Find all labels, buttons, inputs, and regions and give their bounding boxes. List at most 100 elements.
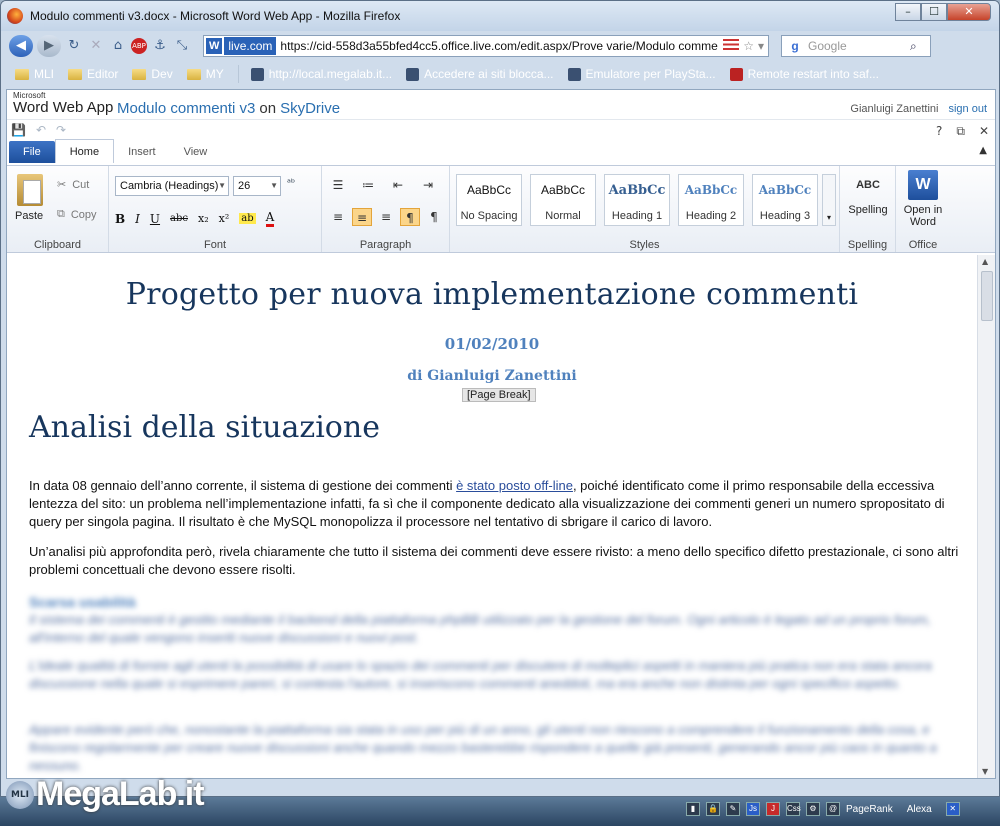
java-icon[interactable]: J: [766, 802, 780, 816]
skydrive-link[interactable]: SkyDrive: [280, 100, 340, 117]
rtl-icon[interactable]: ¶: [424, 208, 444, 226]
tab-home[interactable]: Home: [54, 139, 115, 163]
decrease-indent-icon[interactable]: ⇤: [388, 176, 408, 194]
site-identity-button[interactable]: live.com: [224, 37, 277, 55]
document-canvas[interactable]: Progetto per nuova implementazione comme…: [7, 255, 977, 778]
align-right-icon[interactable]: ≡: [376, 208, 396, 226]
back-button[interactable]: ◀: [9, 35, 33, 57]
google-icon[interactable]: g: [782, 39, 808, 53]
align-center-icon[interactable]: ≡: [352, 208, 372, 226]
search-box[interactable]: g Google ⌕: [781, 35, 931, 57]
style-no-spacing[interactable]: AaBbCc No Spacing: [456, 174, 522, 226]
bookmark-folder[interactable]: Editor: [68, 67, 118, 81]
style-heading-3[interactable]: AaBbCc Heading 3: [752, 174, 818, 226]
bookmark-folder[interactable]: Dev: [132, 67, 173, 81]
separator: [237, 65, 239, 83]
bookmark-folder[interactable]: MLI: [15, 67, 54, 81]
cut-button[interactable]: ✂ Cut: [57, 178, 89, 192]
section-heading: Analisi della situazione: [29, 410, 380, 445]
bookmark-link[interactable]: Emulatore per PlaySta...: [567, 67, 716, 81]
font-size-select[interactable]: 26 ▼: [233, 176, 281, 196]
increase-indent-icon[interactable]: ⇥: [418, 176, 438, 194]
underline-button[interactable]: U: [150, 212, 160, 226]
anchor-icon[interactable]: ⚓: [151, 37, 169, 55]
popout-icon[interactable]: ⧉: [956, 124, 965, 139]
taskbar: MLI MegaLab.it ▮ 🔒 ✎ Js J Css ⚙ @ PageRa…: [0, 775, 1000, 826]
format-buttons: B I U abc x₂ x² ab A: [115, 210, 275, 227]
copy-button[interactable]: ⧉ Copy: [57, 208, 97, 221]
bookmark-link[interactable]: Accedere ai siti blocca...: [406, 67, 554, 81]
scroll-up-icon[interactable]: ▲: [982, 257, 988, 266]
bookmark-link[interactable]: Remote restart into saf...: [729, 67, 879, 81]
browser-window: Modulo commenti v3.docx - Microsoft Word…: [0, 0, 1000, 797]
paste-icon: [17, 174, 43, 206]
gear-icon[interactable]: ⚙: [806, 802, 820, 816]
search-icon[interactable]: ⌕: [910, 39, 930, 54]
adblock-icon[interactable]: ABP: [131, 38, 147, 54]
font-color-button[interactable]: A: [265, 210, 275, 227]
url-text[interactable]: https://cid-558d3a55bfed4cc5.office.live…: [280, 39, 723, 53]
strikethrough-button[interactable]: abc: [170, 213, 188, 224]
scroll-thumb[interactable]: [981, 271, 993, 321]
bookmark-folder[interactable]: MY: [186, 67, 224, 81]
subscript-button[interactable]: x₂: [198, 212, 209, 225]
reload-icon[interactable]: ↻: [65, 37, 83, 55]
x-icon[interactable]: ✕: [945, 802, 960, 816]
tab-insert[interactable]: Insert: [114, 141, 170, 163]
alexa-label[interactable]: Alexa: [907, 804, 932, 815]
document-scrollbar[interactable]: ▲ ▼: [977, 255, 995, 778]
close-window-button[interactable]: ✕: [947, 3, 991, 21]
forward-button[interactable]: ▶: [37, 35, 61, 57]
bullets-icon[interactable]: ☰: [328, 176, 348, 194]
tab-view[interactable]: View: [170, 141, 222, 163]
style-normal[interactable]: AaBbCc Normal: [530, 174, 596, 226]
maximize-button[interactable]: ☐: [921, 3, 947, 21]
collapse-ribbon-icon[interactable]: ▲: [979, 145, 987, 156]
at-icon[interactable]: @: [826, 802, 840, 816]
flag-icon[interactable]: [723, 39, 740, 50]
tray-icon[interactable]: ▮: [686, 802, 700, 816]
clear-format-icon[interactable]: ᵃᵇ: [287, 178, 295, 189]
bookmark-link[interactable]: http://local.megalab.it...: [250, 67, 392, 81]
star-bookmark-icon[interactable]: ☆: [743, 39, 754, 53]
help-icon[interactable]: ?: [936, 124, 942, 139]
numbering-icon[interactable]: ≔: [358, 176, 378, 194]
js-icon[interactable]: Js: [746, 802, 760, 816]
title-bar: Modulo commenti v3.docx - Microsoft Word…: [1, 1, 999, 31]
spelling-button[interactable]: ABC Spelling: [844, 170, 892, 216]
font-family-select[interactable]: Cambria (Headings) ▼: [115, 176, 229, 196]
search-placeholder[interactable]: Google: [808, 39, 910, 53]
styles-more-button[interactable]: ▾: [822, 174, 836, 226]
firefox-icon: [7, 8, 23, 24]
chevron-down-icon[interactable]: ▾: [758, 39, 764, 53]
ltr-icon[interactable]: ¶: [400, 208, 420, 226]
address-bar[interactable]: W live.com https://cid-558d3a55bfed4cc5.…: [203, 35, 769, 57]
superscript-button[interactable]: x²: [219, 212, 230, 225]
undo-icon[interactable]: ↶: [36, 123, 46, 137]
tab-file[interactable]: File: [9, 141, 55, 163]
italic-button[interactable]: I: [135, 212, 140, 226]
lock-icon[interactable]: 🔒: [706, 802, 720, 816]
pen-icon[interactable]: ✎: [726, 802, 740, 816]
stop-icon[interactable]: ✕: [87, 37, 105, 55]
style-heading-1[interactable]: AaBbCc Heading 1: [604, 174, 670, 226]
redo-icon[interactable]: ↷: [56, 123, 66, 137]
document-date: 01/02/2010: [444, 335, 540, 353]
user-name: Gianluigi Zanettini: [850, 103, 939, 115]
open-in-word-button[interactable]: W Open in Word: [898, 170, 948, 228]
highlight-button[interactable]: ab: [239, 213, 256, 224]
style-heading-2[interactable]: AaBbCc Heading 2: [678, 174, 744, 226]
offline-link[interactable]: è stato posto off-line: [456, 478, 573, 493]
close-app-icon[interactable]: ✕: [979, 124, 989, 139]
tool-icon[interactable]: ⤡: [173, 37, 191, 55]
pagerank-label[interactable]: PageRank: [846, 804, 893, 815]
css-icon[interactable]: Css: [786, 802, 801, 816]
align-left-icon[interactable]: ≡: [328, 208, 348, 226]
minimize-button[interactable]: –: [895, 3, 921, 21]
bold-button[interactable]: B: [115, 212, 125, 226]
scroll-down-icon[interactable]: ▼: [982, 767, 988, 776]
alignment-buttons: ≡ ≡ ≡ ¶ ¶: [328, 208, 444, 226]
home-icon[interactable]: ⌂: [109, 37, 127, 55]
sign-out-link[interactable]: sign out: [948, 103, 987, 115]
save-icon[interactable]: 💾: [11, 123, 26, 137]
